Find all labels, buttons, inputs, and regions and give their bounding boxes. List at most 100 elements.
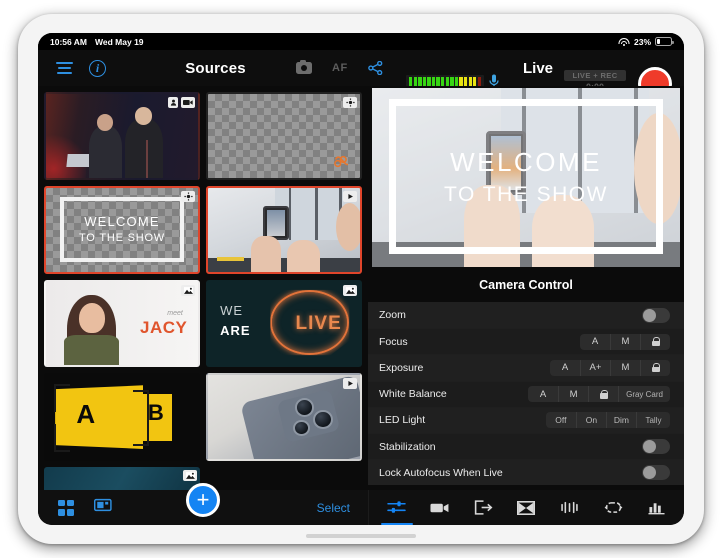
status-bar-right: 23% — [618, 36, 674, 47]
camera-control-label: Zoom — [379, 309, 406, 322]
toggle-zoom[interactable] — [642, 307, 670, 323]
camera-control-row: LED Light Off On Dim Tally — [368, 406, 684, 433]
camera-control-row: Lock Autofocus When Live — [368, 459, 684, 486]
segment-option[interactable]: On — [575, 412, 606, 429]
camera-control-row: White Balance A M Gray Card — [368, 380, 684, 407]
camera-control-label: White Balance — [379, 388, 447, 401]
segment-option[interactable]: Dim — [605, 412, 636, 429]
segment-option[interactable]: A — [550, 360, 580, 376]
lock-icon[interactable] — [588, 386, 618, 403]
segment-focus: AM — [580, 333, 670, 350]
lock-icon[interactable] — [640, 333, 670, 350]
preview-overlay-frame: WELCOME TO THE SHOW — [388, 98, 664, 255]
camera-control-list: Zoom Focus A M Exposure A A+ M White Balance A M Gr… — [368, 302, 684, 490]
play-icon — [343, 378, 357, 390]
home-indicator — [306, 534, 416, 538]
segment-option[interactable]: Gray Card — [618, 386, 670, 403]
live-title: Live — [522, 59, 553, 77]
battery-percent: 23% — [633, 36, 651, 47]
tab-output[interactable] — [463, 490, 503, 525]
camera-tools-toolbar — [368, 490, 684, 525]
segment-option[interactable]: A — [528, 386, 558, 402]
preview-line1: WELCOME — [450, 146, 602, 177]
play-icon — [343, 190, 357, 202]
jacy-name-label: JACY — [140, 318, 188, 338]
jacy-meet-label: meet — [167, 309, 183, 317]
ab-letter-b: B — [147, 399, 164, 425]
toggle-stabilization[interactable] — [642, 439, 670, 455]
welcome-line1: WELCOME — [84, 213, 160, 229]
layers-view-icon[interactable] — [94, 498, 112, 517]
camera-control-row: Stabilization — [368, 432, 684, 460]
battery-icon — [655, 37, 674, 46]
segment-exposure: A A+ M — [550, 359, 670, 376]
camera-control-label: Exposure — [379, 361, 424, 374]
status-bar-left: 10:56 AM Wed May 19 — [50, 37, 144, 47]
status-bar: 10:56 AM Wed May 19 23% — [38, 33, 684, 50]
tab-audio[interactable] — [550, 490, 590, 525]
preview-line2: TO THE SHOW — [444, 182, 608, 206]
nav-mid-icons: AF — [296, 60, 383, 76]
source-thumb-ab-switch-graphic[interactable]: A B — [44, 373, 200, 461]
segment-option[interactable]: A — [580, 334, 610, 350]
wifi-icon — [618, 38, 630, 46]
source-thumb-we-are-live[interactable]: WE ARE LIVE — [206, 279, 362, 368]
grid-view-icon[interactable] — [58, 499, 74, 516]
sources-grid: WELCOME TO THE SHOW meet JACY WE ARE LIV… — [44, 92, 362, 461]
segment-option[interactable]: M — [610, 359, 640, 376]
camera-control-label: LED Light — [379, 414, 426, 427]
tab-camera-settings[interactable] — [377, 490, 417, 525]
segment-led-light: Off On Dim Tally — [545, 412, 670, 429]
tab-stats[interactable] — [636, 490, 676, 525]
source-thumb-meet-jacy[interactable]: meet JACY — [44, 279, 200, 368]
source-thumb-blue-gradient-clip[interactable] — [44, 467, 200, 490]
tab-video[interactable] — [420, 490, 460, 525]
source-thumb-transparent-graphic[interactable] — [206, 92, 362, 180]
are-label: ARE — [220, 323, 251, 339]
camera-control-row: Focus A M — [368, 328, 684, 355]
segment-option[interactable]: M — [610, 333, 640, 350]
welcome-line2: TO THE SHOW — [78, 232, 165, 245]
camera-icon[interactable] — [296, 60, 312, 74]
live-label-graphic: LIVE — [295, 313, 342, 335]
lock-icon[interactable] — [640, 359, 670, 376]
segment-option[interactable]: Tally — [636, 412, 670, 429]
ipad-screen: 10:56 AM Wed May 19 23% i Sources AF Liv… — [38, 33, 684, 525]
camera-control-label: Stabilization — [379, 440, 436, 453]
segment-option[interactable]: Off — [546, 412, 576, 428]
ipad-device-frame: 10:56 AM Wed May 19 23% i Sources AF Liv… — [18, 14, 704, 544]
segment-option[interactable]: M — [558, 386, 588, 403]
source-thumb-welcome-to-the-show[interactable]: WELCOME TO THE SHOW — [44, 185, 200, 274]
we-label: WE — [220, 303, 244, 319]
main-body: WELCOME TO THE SHOW meet JACY WE ARE LIV… — [38, 86, 684, 490]
source-thumb-phone-on-tripod-clip[interactable] — [206, 185, 362, 274]
toggle-lock-autofocus-when-live[interactable] — [642, 465, 670, 481]
live-rec-badge: LIVE + REC — [564, 70, 626, 82]
source-thumb-phone-camera-closeup[interactable] — [206, 373, 362, 461]
video-camera-icon — [181, 97, 195, 108]
image-icon — [343, 284, 357, 296]
camera-control-label: Focus — [379, 335, 408, 348]
sources-toolbar: + Select — [38, 483, 368, 525]
camera-control-label: Lock Autofocus When Live — [379, 466, 503, 479]
image-icon — [183, 470, 197, 481]
select-button[interactable]: Select — [317, 501, 350, 515]
share-icon[interactable] — [367, 60, 383, 76]
af-label[interactable]: AF — [332, 62, 348, 74]
image-icon — [181, 284, 195, 296]
program-preview[interactable]: WELCOME TO THE SHOW — [372, 88, 680, 267]
sources-panel: WELCOME TO THE SHOW meet JACY WE ARE LIV… — [38, 86, 368, 490]
add-source-button[interactable]: + — [186, 483, 220, 517]
segment-white-balance: A M Gray Card — [528, 386, 670, 403]
app-nav-bar: i Sources AF Live LIVE + REC — [38, 50, 684, 101]
camera-control-title: Camera Control — [368, 268, 684, 302]
tab-loop[interactable] — [593, 490, 633, 525]
ab-letter-a: A — [76, 398, 96, 429]
source-thumb-stage-presenters[interactable] — [44, 92, 200, 180]
graphic-icon — [181, 190, 195, 202]
segment-option[interactable]: A+ — [580, 359, 610, 376]
tab-transitions[interactable] — [506, 490, 546, 525]
program-panel: WELCOME TO THE SHOW Camera Control Zoom F… — [368, 86, 684, 490]
graphic-icon — [343, 97, 357, 108]
person-icon — [168, 97, 178, 108]
